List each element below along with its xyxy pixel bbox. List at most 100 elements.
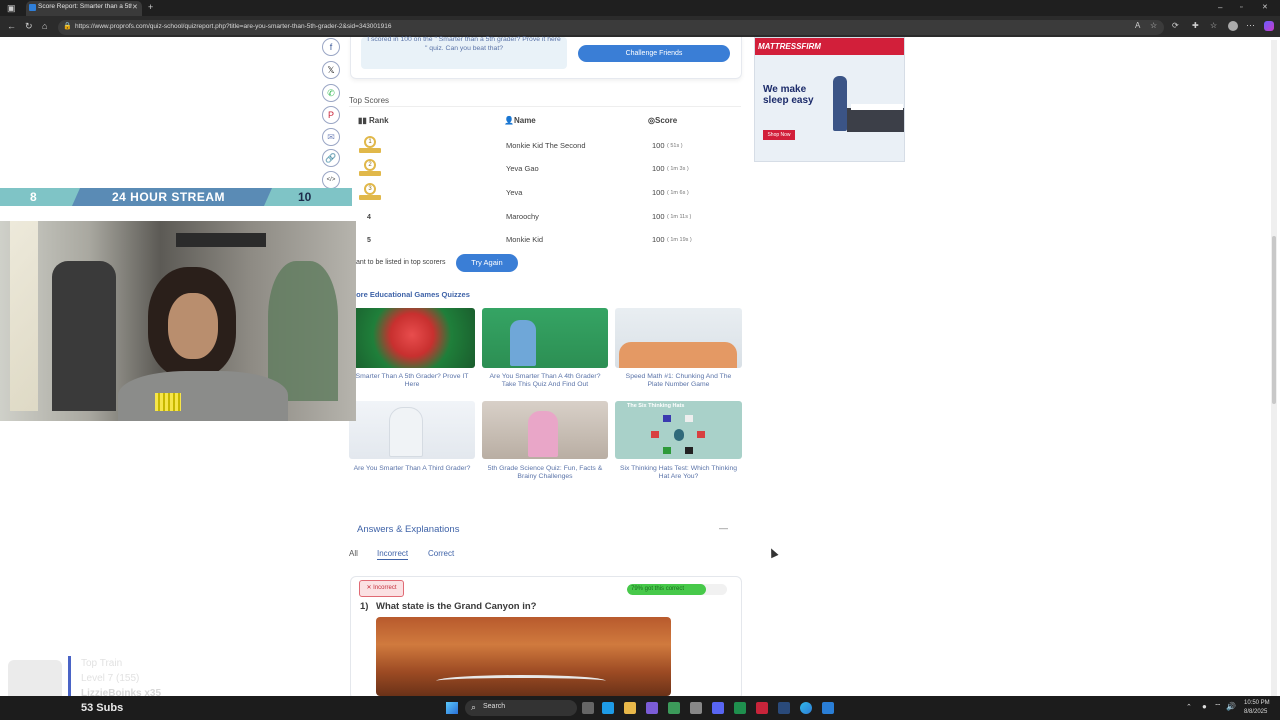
x-share-icon[interactable]: 𝕏 bbox=[322, 61, 340, 79]
plant bbox=[268, 261, 338, 401]
sword-rack bbox=[176, 233, 266, 247]
windows-start-icon[interactable] bbox=[446, 702, 458, 714]
quiz-card-title[interactable]: Speed Math #1: Chunking And The Plate Nu… bbox=[618, 373, 739, 389]
quiz-card-title[interactable]: Are You Smarter Than A 4th Grader? Take … bbox=[485, 373, 605, 389]
extensions-icon[interactable]: ⟳ bbox=[1172, 21, 1179, 31]
favorite-star-icon[interactable]: ☆ bbox=[1150, 21, 1157, 31]
tab-close-icon[interactable]: ✕ bbox=[132, 3, 138, 13]
collapse-button[interactable]: — bbox=[719, 523, 728, 533]
search-label: Search bbox=[483, 703, 506, 710]
filter-all-tab[interactable]: All bbox=[349, 549, 358, 558]
network-icon[interactable]: ⌔ bbox=[1214, 702, 1222, 712]
minimize-icon[interactable]: – bbox=[1218, 3, 1222, 13]
quiz-card-image[interactable] bbox=[349, 308, 475, 368]
percent-correct-text: 79% got this correct bbox=[631, 586, 685, 592]
taskbar bbox=[0, 696, 1280, 720]
scorer-score: 100 bbox=[652, 235, 665, 244]
quiz-card-title[interactable]: 5th Grade Science Quiz: Fun, Facts & Bra… bbox=[485, 465, 605, 481]
scrollbar-thumb[interactable] bbox=[1272, 236, 1276, 404]
widgets-icon[interactable] bbox=[602, 702, 614, 714]
rank-header: ▮▮ Rank bbox=[358, 116, 389, 125]
pinterest-share-icon[interactable]: P bbox=[322, 106, 340, 124]
refresh-icon[interactable]: ↻ bbox=[25, 21, 33, 31]
clock-time[interactable]: 10:50 PM bbox=[1244, 700, 1270, 706]
app-icon[interactable] bbox=[756, 702, 768, 714]
steam-icon[interactable] bbox=[778, 702, 790, 714]
ad-headline: We make sleep easy bbox=[763, 84, 814, 106]
child-figure bbox=[510, 320, 536, 366]
read-aloud-icon[interactable]: A bbox=[1135, 21, 1140, 31]
app-icon[interactable] bbox=[646, 702, 658, 714]
scorer-name: Yeva Gao bbox=[506, 164, 539, 173]
mouse-cursor-icon bbox=[767, 546, 779, 559]
person-body bbox=[118, 371, 288, 421]
more-menu-icon[interactable]: ⋯ bbox=[1246, 20, 1255, 30]
scorer-name: Monkie Kid The Second bbox=[506, 141, 586, 150]
top-scores-title: Top Scores bbox=[349, 96, 390, 105]
user-icon: 👤 bbox=[504, 116, 514, 125]
tray-chevron-icon[interactable]: ⌃ bbox=[1186, 703, 1192, 711]
light-strip bbox=[10, 221, 38, 411]
hat-icon bbox=[697, 431, 705, 438]
app-icon[interactable] bbox=[822, 702, 834, 714]
email-share-icon[interactable]: ✉ bbox=[322, 128, 340, 146]
quiz-card-title[interactable]: Six Thinking Hats Test: Which Thinking H… bbox=[618, 465, 739, 481]
link-share-icon[interactable]: 🔗 bbox=[322, 149, 340, 167]
screen: ▣ Score Report: Smarter than a 5th ✕ + –… bbox=[0, 0, 1280, 720]
search-icon: ⌕ bbox=[471, 702, 477, 712]
facebook-share-icon[interactable]: f bbox=[322, 38, 340, 56]
lock-icon: 🔒 bbox=[63, 23, 72, 30]
equalizer-icon bbox=[155, 393, 181, 411]
quiz-card-image[interactable] bbox=[482, 401, 608, 459]
whatsapp-share-icon[interactable]: ✆ bbox=[322, 84, 340, 102]
stream-title: 24 HOUR STREAM bbox=[112, 190, 226, 204]
app-icon[interactable] bbox=[668, 702, 680, 714]
collections-icon[interactable]: ☆ bbox=[1210, 21, 1217, 31]
clock-date[interactable]: 8/8/2025 bbox=[1244, 709, 1267, 715]
volume-icon[interactable]: 🔊 bbox=[1226, 702, 1236, 711]
ad-person bbox=[833, 76, 847, 131]
app-icon[interactable] bbox=[734, 702, 746, 714]
back-icon[interactable]: ← bbox=[7, 21, 16, 31]
app-icon[interactable] bbox=[690, 702, 702, 714]
gaming-chair bbox=[52, 261, 116, 411]
task-view-icon[interactable] bbox=[582, 702, 594, 714]
want-listed-text: ant to be listed in top scorers bbox=[356, 259, 446, 266]
divider bbox=[349, 106, 741, 107]
profile-avatar[interactable] bbox=[1228, 21, 1238, 31]
edge-icon[interactable] bbox=[800, 702, 812, 714]
home-icon[interactable]: ⌂ bbox=[42, 21, 47, 31]
url-text: https://www.proprofs.com/quiz-school/qui… bbox=[75, 23, 392, 30]
tray-app-icon[interactable]: ● bbox=[1202, 702, 1207, 711]
quiz-card-image[interactable]: The Six Thinking Hats bbox=[615, 401, 742, 459]
window-close-icon[interactable]: ✕ bbox=[1262, 3, 1268, 13]
quiz-card-image[interactable] bbox=[482, 308, 608, 368]
question-text: What state is the Grand Canyon in? bbox=[376, 601, 537, 612]
mattress-ad[interactable]: MATTRESSFIRM We make sleep easy Shop Now bbox=[754, 37, 905, 162]
try-again-button[interactable]: Try Again bbox=[456, 254, 518, 272]
quiz-card-title[interactable]: Are You Smarter Than A Third Grader? bbox=[352, 465, 472, 473]
child-figure bbox=[389, 407, 423, 457]
scorer-score: 100 bbox=[652, 212, 665, 221]
maximize-icon[interactable]: ▫ bbox=[1240, 3, 1242, 13]
rank-medal-icon: 2 bbox=[359, 159, 381, 179]
challenge-friends-button[interactable]: Challenge Friends bbox=[578, 45, 730, 62]
puzzle-icon[interactable]: ✚ bbox=[1192, 21, 1199, 31]
taskbar-search[interactable] bbox=[465, 700, 577, 716]
discord-icon[interactable] bbox=[712, 702, 724, 714]
filter-correct-tab[interactable]: Correct bbox=[428, 549, 454, 558]
copilot-icon[interactable] bbox=[1264, 21, 1274, 31]
quiz-card-title[interactable]: Smarter Than A 5th Grader? Prove IT Here bbox=[352, 373, 472, 389]
file-explorer-icon[interactable] bbox=[624, 702, 636, 714]
tab-actions-icon[interactable]: ▣ bbox=[7, 3, 16, 13]
person-face bbox=[168, 293, 218, 359]
ad-mattress bbox=[851, 104, 903, 110]
quiz-card-image[interactable] bbox=[349, 401, 475, 459]
hat-icon bbox=[685, 415, 693, 422]
ad-shop-now-button[interactable]: Shop Now bbox=[763, 130, 795, 140]
embed-share-icon[interactable]: </> bbox=[322, 171, 340, 189]
new-tab-icon[interactable]: + bbox=[148, 2, 153, 12]
filter-incorrect-tab[interactable]: Incorrect bbox=[377, 549, 409, 560]
quiz-card-image[interactable] bbox=[615, 308, 742, 368]
scorer-time: ( 1m 3s ) bbox=[667, 166, 689, 172]
